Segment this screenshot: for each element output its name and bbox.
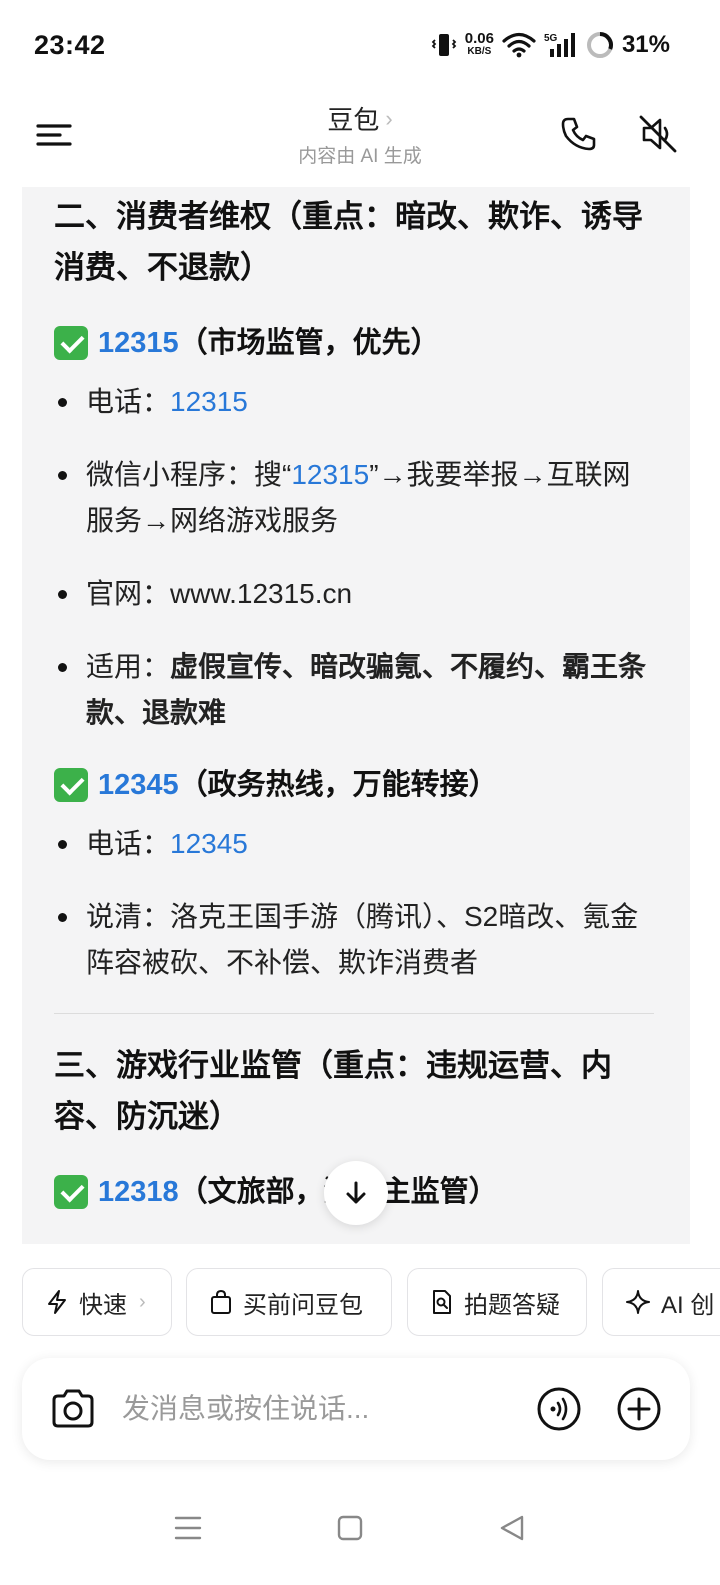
network-speed-value: 0.06 — [464, 30, 494, 47]
ai-message: 二、消费者维权（重点：暗改、欺诈、诱导消费、不退款） 12315 （市场监管，优… — [22, 187, 690, 1244]
list-item: 说清：洛克王国手游（腾讯）、S2暗改、氪金阵容被砍、不补偿、欺诈消费者 — [54, 894, 654, 986]
chip-photo-question[interactable]: 拍题答疑 — [407, 1268, 587, 1336]
chevron-right-icon: › — [139, 1290, 146, 1313]
chip-label: 快速 — [79, 1291, 127, 1319]
check-mark-icon — [54, 1175, 88, 1209]
page-title: 豆包 — [327, 105, 380, 135]
camera-icon — [52, 1389, 94, 1428]
chip-fast-mode[interactable]: 快速 › — [22, 1268, 172, 1336]
speaker-muted-icon — [639, 115, 677, 153]
recent-apps-button[interactable] — [168, 1508, 208, 1548]
message-input[interactable] — [122, 1386, 502, 1432]
section-heading: 三、游戏行业监管（重点：违规运营、内容、防沉迷） — [54, 1048, 612, 1134]
item-label: 电话： — [86, 386, 171, 417]
hotline-number-link[interactable]: 12315 — [98, 321, 179, 365]
menu-icon — [36, 124, 72, 146]
battery-icon — [586, 32, 613, 58]
chip-ask-before-buy[interactable]: 买前问豆包 — [186, 1268, 392, 1336]
menu-lines-icon — [174, 1516, 202, 1540]
check-mark-icon — [54, 326, 88, 360]
item-emphasis: 虚假宣传、暗改骗氪、不履约、霸王条款、退款难 — [86, 651, 647, 728]
mute-button[interactable] — [636, 112, 680, 156]
shopping-bag-icon — [211, 1289, 231, 1314]
status-icons: 0.06 KB/S 5G 31% — [431, 28, 670, 62]
menu-button[interactable] — [34, 114, 74, 154]
hotline-note: （市场监管，优先） — [178, 327, 440, 359]
item-text: 微信小程序：搜“ — [86, 459, 292, 490]
hotline-details-12345: 电话：12345 说清：洛克王国手游（腾讯）、S2暗改、氪金阵容被砍、不补偿、欺… — [54, 821, 654, 986]
hotline-heading-12345: 12345 （政务热线，万能转接） — [54, 763, 654, 807]
square-icon — [337, 1515, 363, 1541]
home-button[interactable] — [330, 1508, 370, 1548]
bot-title[interactable]: 豆包 › 内容由 AI 生成 — [200, 100, 520, 168]
voice-input-button[interactable] — [536, 1386, 582, 1432]
camera-button[interactable] — [48, 1384, 98, 1434]
hotline-number-link[interactable]: 12345 — [98, 763, 179, 807]
list-item: 电话：12345 — [54, 821, 654, 867]
arrow-down-icon — [346, 1181, 366, 1204]
chip-label: 买前问豆包 — [243, 1291, 363, 1319]
vibrate-icon — [431, 34, 457, 56]
list-item: 电话：12315 — [54, 379, 654, 425]
chip-label: AI 创 — [661, 1291, 715, 1319]
phone-link[interactable]: 12315 — [170, 386, 248, 417]
add-attachment-button[interactable] — [616, 1386, 662, 1432]
phone-icon — [561, 117, 596, 151]
section-heading: 二、消费者维权（重点：暗改、欺诈、诱导消费、不退款） — [54, 199, 643, 285]
back-triangle-icon — [500, 1515, 524, 1541]
quick-action-chips: 快速 › 买前问豆包 拍题答疑 AI 创 — [22, 1268, 720, 1336]
check-mark-icon — [54, 768, 88, 802]
list-item: 微信小程序：搜“12315”→我要举报→互联网服务→网络游戏服务 — [54, 452, 654, 544]
doc-search-icon — [433, 1290, 451, 1314]
hotline-heading-12315: 12315 （市场监管，优先） — [54, 321, 654, 365]
network-speed-unit: KB/S — [467, 46, 492, 57]
item-text: 官网：www.12315.cn — [86, 578, 353, 609]
item-text: 说清：洛克王国手游（腾讯）、S2暗改、氪金阵容被砍、不补偿、欺诈消费者 — [86, 901, 639, 978]
back-button[interactable] — [492, 1508, 532, 1548]
message-content: 二、消费者维权（重点：暗改、欺诈、诱导消费、不退款） 12315 （市场监管，优… — [54, 191, 654, 1214]
scroll-to-bottom-button[interactable] — [324, 1161, 388, 1225]
system-nav-bar — [0, 1490, 720, 1585]
voice-wave-icon — [537, 1387, 581, 1431]
svg-text:5G: 5G — [544, 33, 558, 44]
chip-label: 拍题答疑 — [464, 1291, 560, 1319]
wifi-icon — [502, 32, 536, 58]
hotline-details-12315: 电话：12315 微信小程序：搜“12315”→我要举报→互联网服务→网络游戏服… — [54, 379, 654, 736]
battery-level: 31% — [621, 31, 670, 58]
sparkle-icon — [626, 1290, 650, 1314]
list-item: 官网：www.12315.cn — [54, 571, 654, 617]
ai-generated-notice: 内容由 AI 生成 — [298, 146, 422, 167]
hotline-note: （政务热线，万能转接） — [178, 769, 498, 801]
status-bar: 23:42 0.06 KB/S 5G 31% — [0, 0, 720, 92]
plus-circle-icon — [617, 1387, 661, 1431]
chat-header: 豆包 › 内容由 AI 生成 — [0, 92, 720, 186]
voice-call-button[interactable] — [558, 114, 598, 154]
phone-link[interactable]: 12345 — [170, 828, 248, 859]
hotline-number-link[interactable]: 12318 — [98, 1170, 179, 1214]
status-time: 23:42 — [34, 30, 106, 60]
phone-link[interactable]: 12315 — [291, 459, 369, 490]
list-item: 适用：虚假宣传、暗改骗氪、不履约、霸王条款、退款难 — [54, 644, 654, 736]
signal-5g-icon: 5G — [544, 33, 575, 57]
item-label: 电话： — [86, 828, 171, 859]
chip-ai-create[interactable]: AI 创 — [602, 1268, 720, 1336]
bolt-icon — [48, 1290, 66, 1314]
item-label: 适用： — [86, 651, 171, 682]
chevron-right-icon: › — [385, 105, 393, 131]
message-composer — [22, 1358, 690, 1460]
divider — [54, 1013, 654, 1014]
network-speed: 0.06 KB/S — [464, 30, 494, 58]
